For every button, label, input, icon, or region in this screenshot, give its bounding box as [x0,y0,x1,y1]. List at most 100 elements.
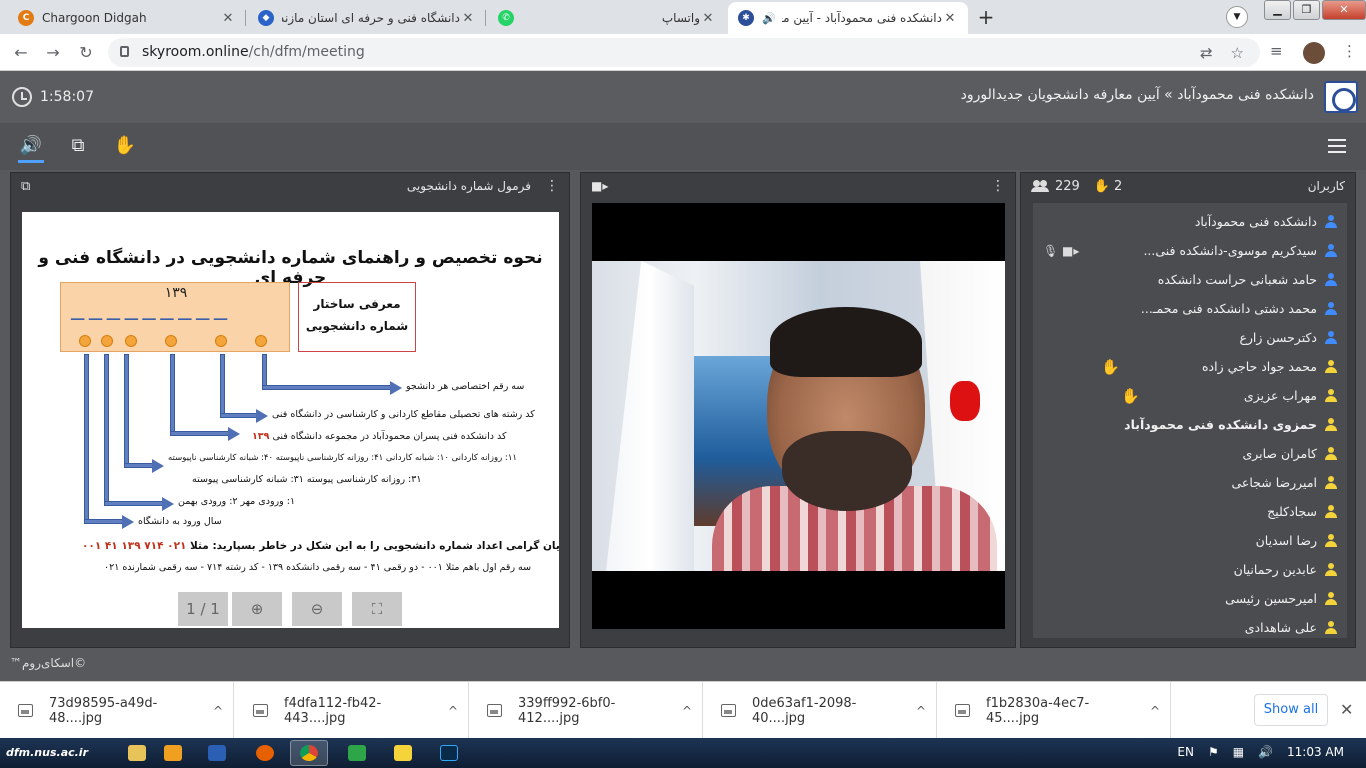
language-indicator[interactable]: EN [1177,745,1194,759]
close-tab-icon[interactable]: ✕ [700,11,716,26]
user-list-item[interactable]: 🎙 ■▸ سیدکریم موسوی-دانشکده فنی... [1033,236,1347,265]
users-panel-title: کاربران [1307,179,1345,193]
window-controls: ▁ ❐ ✕ [1262,0,1366,22]
chevron-up-icon[interactable]: ^ [438,704,468,718]
fullscreen-button[interactable]: ⛶ [352,592,402,626]
tab-title: Chargoon Didgah [42,11,147,25]
slide-note-example: ۰۲۱ ۷۱۴ ۱۳۹ ۴۱ ۰۰۱ [82,540,187,552]
taskbar-media-icon[interactable] [154,740,192,766]
webcam-video[interactable] [592,203,1005,629]
taskbar-word-icon[interactable] [198,740,236,766]
browser-tab-whatsapp[interactable]: ✆ واتساپ ✕ [488,2,726,34]
chevron-up-icon[interactable]: ^ [203,704,233,718]
user-list-item[interactable]: ✋ محمد جواد حاجي زاده [1033,352,1347,381]
chevron-up-icon[interactable]: ^ [1140,704,1170,718]
minimize-button[interactable]: ▁ [1264,0,1291,20]
chevron-up-icon[interactable]: ^ [906,704,936,718]
image-file-icon [487,704,502,717]
address-bar[interactable]: skyroom.online/ch/dfm/meeting ⇄ ☆ [108,38,1260,67]
raise-hand-icon[interactable]: ✋ [112,135,138,156]
user-list-item[interactable]: امیررضا شجاعی [1033,468,1347,497]
user-name: مهراب عزیزی [1243,388,1317,403]
user-list-item[interactable]: سجادکلیج [1033,497,1347,526]
flag-icon[interactable]: ⚑ [1208,745,1219,759]
slide-code-highlight: ۱۳۹ [252,431,270,442]
translate-icon[interactable]: ⇄ [1200,44,1213,62]
panel-options-icon[interactable]: ⋮ [545,178,559,194]
window-close-button[interactable]: ✕ [1322,0,1366,20]
user-list-item[interactable]: ✋ مهراب عزیزی [1033,381,1347,410]
forward-button[interactable]: → [42,42,64,64]
volume-icon[interactable]: 🔊 [1258,745,1273,759]
zoom-in-button[interactable]: ⊕ [232,592,282,626]
users-panel: 229 ✋ 2 کاربران دانشکده فنی محمودآباد 🎙 ■… [1020,172,1356,648]
download-item[interactable]: f4dfa112-fb42-443....jpg ^ [235,682,469,739]
hamburger-menu-icon[interactable] [1328,139,1346,157]
zoom-out-button[interactable]: ⊖ [292,592,342,626]
image-file-icon [721,704,736,717]
restore-button[interactable]: ❐ [1293,0,1320,20]
user-icon [1325,447,1337,460]
tab-title: واتساپ [661,11,700,25]
user-list-item[interactable]: دکترحسن زارع [1033,323,1347,352]
room-title: دانشکده فنی محمودآباد » آیین معارفه دانش… [960,87,1314,103]
video-options-icon[interactable]: ⋮ [991,178,1005,194]
media-control-icon[interactable]: ≡ [1270,42,1283,60]
clock-time[interactable]: 11:03 AM [1287,745,1344,759]
download-item[interactable]: 73d98595-a49d-48....jpg ^ [0,682,234,739]
slide-line-1: سه رقم اختصاصی هر دانشجو [406,381,525,392]
user-list-item[interactable]: کامران صابری [1033,439,1347,468]
user-list-item[interactable]: دانشکده فنی محمودآباد [1033,207,1347,236]
speaker-toggle-button[interactable]: 🔊 [18,135,44,163]
browser-tab-skyroom[interactable]: ✱ 🔊 دانشکده فنی محمودآباد - آیین معارفه … [728,2,968,34]
user-name: رضا اسدیان [1255,533,1317,548]
close-downloads-icon[interactable]: ✕ [1340,700,1353,719]
image-file-icon [955,704,970,717]
structure-box: معرفی ساختار شماره دانشجویی [298,282,416,352]
back-button[interactable]: ← [10,42,32,64]
taskbar-explorer-icon[interactable] [118,740,156,766]
taskbar-photoshop-icon[interactable] [430,740,468,766]
structure-line2: شماره دانشجویی [305,319,409,333]
user-list-item[interactable]: محمد دشتی دانشکده فنی محمـ... [1033,294,1347,323]
download-item[interactable]: 0de63af1-2098-40....jpg ^ [703,682,937,739]
taskbar-messenger-icon[interactable] [338,740,376,766]
profile-avatar[interactable] [1303,42,1325,64]
user-list-item[interactable]: عابدین رحمانیان [1033,555,1347,584]
user-list-item[interactable]: حامد شعبانی حراست دانشکده [1033,265,1347,294]
whatsapp-icon: ✆ [498,10,514,26]
media-player-icon[interactable]: ⧉ [65,135,91,156]
show-all-button[interactable]: Show all [1254,694,1328,726]
browser-tab-chargoon[interactable]: C Chargoon Didgah ✕ [8,2,246,34]
start-button[interactable]: dfm.nus.ac.ir [0,738,100,768]
taskbar-chrome-icon[interactable] [290,740,328,766]
tab-search-icon[interactable]: ▼ [1226,6,1248,28]
close-tab-icon[interactable]: ✕ [942,11,958,26]
user-list-item[interactable]: رضا اسدیان [1033,526,1347,555]
slide-panel: ⧉ فرمول شماره دانشجویی ⋮ نحوه تخصیص و را… [10,172,570,648]
bookmark-star-icon[interactable]: ☆ [1231,44,1244,62]
browser-menu-icon[interactable]: ⋮ [1342,42,1357,60]
user-list-item[interactable]: حمزوی دانشکده فنی محمودآباد [1033,410,1347,439]
download-item[interactable]: 339ff992-6bf0-412....jpg ^ [469,682,703,739]
taskbar-sticky-icon[interactable] [384,740,422,766]
user-list-item[interactable]: امیرحسین رئیسی [1033,584,1347,613]
new-tab-button[interactable]: + [974,6,998,30]
slide-line-4: ۱۱: روزانه کاردانی ۱۰: شبانه کاردانی ۴۱:… [168,453,517,463]
chevron-up-icon[interactable]: ^ [672,704,702,718]
network-icon[interactable]: ▦ [1233,745,1244,759]
presentation-icon[interactable]: ⧉ [21,179,30,194]
close-tab-icon[interactable]: ✕ [220,11,236,26]
download-item[interactable]: f1b2830a-4ec7-45....jpg ^ [937,682,1171,739]
user-icon [1325,215,1337,228]
reload-button[interactable]: ↻ [75,42,97,64]
browser-toolbar: ← → ↻ skyroom.online/ch/dfm/meeting ⇄ ☆ … [0,34,1366,71]
user-name: حامد شعبانی حراست دانشکده [1157,272,1317,287]
slide-line-7: سال ورود به دانشگاه [138,516,222,527]
slide-note-text: دانشجویان گرامی اعداد شماره دانشجویی را … [190,540,559,552]
taskbar-firefox-icon[interactable] [246,740,284,766]
image-file-icon [18,704,33,717]
browser-tab-university[interactable]: ◆ دانشگاه فنی و حرفه ای استان مازندران ✕ [248,2,486,34]
close-tab-icon[interactable]: ✕ [460,11,476,26]
user-list-item[interactable]: علی شاهدادی [1033,613,1347,642]
